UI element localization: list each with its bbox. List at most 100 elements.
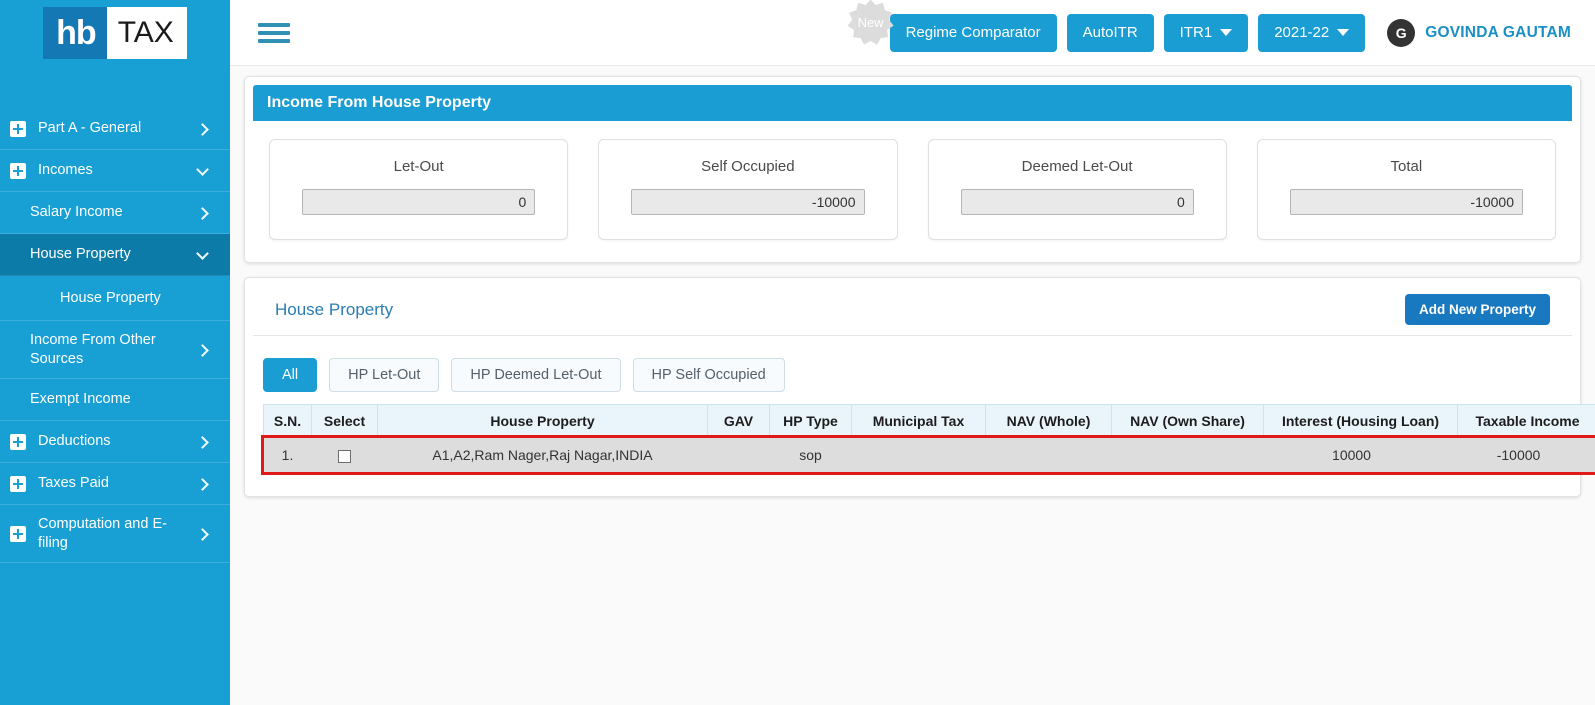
hamburger-icon[interactable] [258,19,290,47]
sidebar-item-incomes[interactable]: Incomes [0,150,230,192]
auto-itr-button[interactable]: AutoITR [1066,13,1154,52]
main-area: New Regime Comparator AutoITR ITR1 2021-… [230,0,1595,705]
chevron-right-icon [196,206,210,220]
table-row[interactable]: 1. A1,A2,Ram Nager,Raj Nagar,INDIA sop 1… [260,434,1595,475]
topbar: New Regime Comparator AutoITR ITR1 2021-… [230,0,1595,66]
sidebar-item-salary-income[interactable]: Salary Income [0,192,230,234]
chevron-right-icon [196,477,210,491]
sidebar-item-label: Computation and E-filing [38,516,167,551]
app-logo[interactable]: hb TAX [0,0,230,66]
cell-municipal-tax [851,437,986,472]
sidebar-item-label: Deductions [38,433,111,450]
table-body: 1. A1,A2,Ram Nager,Raj Nagar,INDIA sop 1… [260,434,1595,475]
column-header-house-property: House Property [377,404,708,438]
chevron-right-icon [196,435,210,449]
cell-house-property: A1,A2,Ram Nager,Raj Nagar,INDIA [377,437,708,472]
chevron-right-icon [196,122,210,136]
total-value-input[interactable] [1289,189,1523,215]
filter-hp-self-occupied-button[interactable]: HP Self Occupied [632,358,785,392]
regime-comparator-button[interactable]: Regime Comparator [889,13,1057,52]
house-property-table: S.N. Select House Property GAV HP Type M… [260,404,1595,475]
sidebar-item-label: Exempt Income [30,391,131,408]
summary-card-label: Self Occupied [701,158,795,175]
itr-select-value: ITR1 [1179,24,1213,41]
user-name-label: GOVINDA GAUTAM [1425,23,1571,41]
itr-select-dropdown[interactable]: ITR1 [1163,13,1249,52]
house-property-title: House Property [275,299,394,319]
sidebar-item-income-from-other-sources[interactable]: Income From Other Sources [0,321,230,379]
column-header-nav-own-share: NAV (Own Share) [1111,404,1264,438]
column-header-hp-type: HP Type [769,404,852,438]
column-header-select: Select [311,404,378,438]
column-header-gav: GAV [707,404,770,438]
plus-box-icon [10,525,26,542]
sidebar-item-label: Incomes [38,162,93,179]
sidebar-item-exempt-income[interactable]: Exempt Income [0,379,230,421]
assessment-year-value: 2021-22 [1274,24,1330,41]
cell-taxable-income: -10000 [1457,437,1595,472]
income-from-house-property-panel: Income From House Property Let-Out Self … [244,76,1581,263]
logo-hb-text: hb [43,7,107,59]
filter-button-group: All HP Let-Out HP Deemed Let-Out HP Self… [263,358,1562,392]
new-badge-icon: New [847,0,894,45]
summary-cards-row: Let-Out Self Occupied Deemed Let-Out Tot… [245,121,1580,262]
assessment-year-dropdown[interactable]: 2021-22 [1258,13,1366,52]
cell-gav [707,437,770,472]
summary-card-let-out: Let-Out [269,139,569,240]
summary-card-total: Total [1256,139,1556,240]
plus-box-icon [10,120,26,137]
avatar: G [1387,18,1416,47]
user-menu[interactable]: G GOVINDA GAUTAM [1387,18,1571,47]
cell-select [311,437,378,472]
cell-sn: 1. [263,437,312,472]
filter-hp-let-out-button[interactable]: HP Let-Out [329,358,440,392]
sidebar-item-label: Salary Income [30,204,123,221]
summary-card-label: Let-Out [393,158,444,175]
page-content: Income From House Property Let-Out Self … [230,66,1595,705]
sidebar-item-label: Part A - General [38,120,142,137]
let-out-value-input[interactable] [302,189,536,215]
cell-nav-own-share [1111,437,1264,472]
sidebar-item-label: House Property [30,246,131,263]
regime-comparator-wrap: New Regime Comparator [847,0,1057,52]
column-header-taxable-income: Taxable Income [1457,404,1595,438]
self-occupied-value-input[interactable] [631,189,865,215]
sidebar-item-deductions[interactable]: Deductions [0,421,230,463]
chevron-down-icon [1220,29,1233,36]
house-property-header: House Property Add New Property [253,278,1572,336]
house-property-table-wrap: All HP Let-Out HP Deemed Let-Out HP Self… [245,336,1595,496]
add-new-property-button[interactable]: Add New Property [1404,294,1550,325]
chevron-right-icon [196,527,210,541]
panel-title: Income From House Property [253,85,1572,121]
row-select-checkbox[interactable] [338,449,351,463]
cell-interest-housing-loan: 10000 [1263,437,1458,472]
column-header-interest-housing-loan: Interest (Housing Loan) [1263,404,1458,438]
column-header-nav-whole: NAV (Whole) [985,404,1112,438]
sidebar-nav: Part A - General Incomes Salary Income H… [0,108,230,563]
filter-hp-deemed-let-out-button[interactable]: HP Deemed Let-Out [451,358,621,392]
sidebar-item-taxes-paid[interactable]: Taxes Paid [0,463,230,505]
column-header-sn: S.N. [263,404,312,438]
plus-box-icon [10,433,26,450]
sidebar-item-house-property-child[interactable]: House Property [0,276,230,321]
cell-nav-whole [985,437,1112,472]
logo-tax-text: TAX [106,7,187,59]
summary-card-deemed-let-out: Deemed Let-Out [927,139,1227,240]
sidebar-item-house-property[interactable]: House Property [0,234,230,276]
plus-box-icon [10,475,26,492]
sidebar-item-part-a-general[interactable]: Part A - General [0,108,230,150]
deemed-let-out-value-input[interactable] [960,189,1194,215]
filter-all-button[interactable]: All [263,358,318,392]
sidebar: hb TAX Part A - General Incomes Salary I… [0,0,230,705]
app-root: hb TAX Part A - General Incomes Salary I… [0,0,1595,705]
table-header-row: S.N. Select House Property GAV HP Type M… [263,404,1595,438]
cell-hp-type: sop [769,437,852,472]
chevron-down-icon [196,248,210,262]
sidebar-item-computation-and-efiling[interactable]: Computation and E-filing [0,505,230,563]
sidebar-item-label: Income From Other Sources [30,332,156,367]
table-head: S.N. Select House Property GAV HP Type M… [263,404,1595,438]
sidebar-item-label: Taxes Paid [38,475,109,492]
house-property-panel: House Property Add New Property All HP L… [244,277,1595,497]
plus-box-icon [10,162,26,179]
sidebar-item-label: House Property [60,289,161,306]
